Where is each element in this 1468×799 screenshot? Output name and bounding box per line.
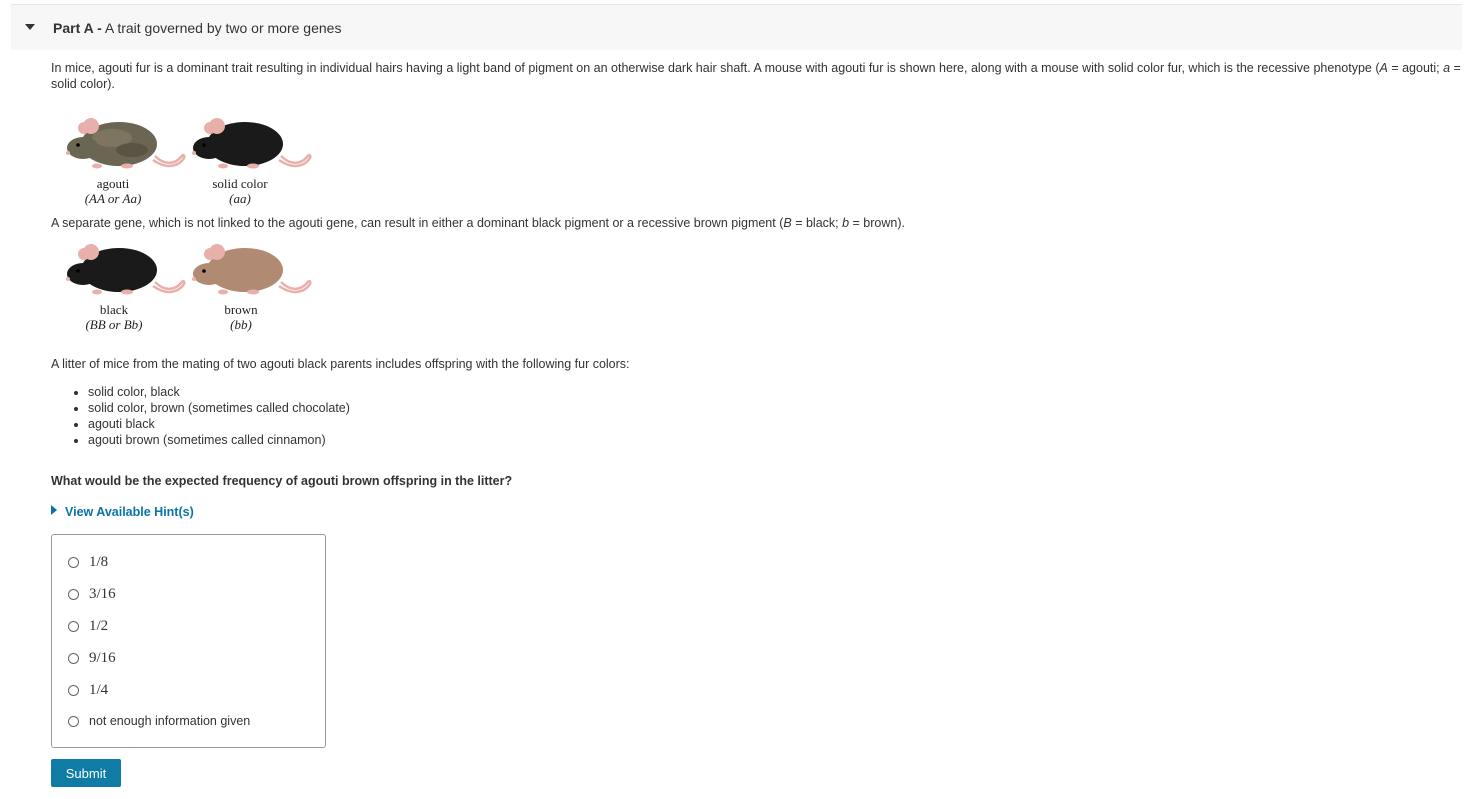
mouse-nose xyxy=(192,151,196,155)
hint-label: View Available Hint(s) xyxy=(65,505,194,519)
mouse-foot xyxy=(121,289,133,295)
choice-option[interactable]: 1/2 xyxy=(68,616,108,636)
brown-mouse-image xyxy=(192,244,312,295)
gene2-text: A separate gene, which is not linked to … xyxy=(51,216,784,230)
intro-text-eq1: = agouti; xyxy=(1387,61,1444,75)
choice-option[interactable]: 1/4 xyxy=(68,680,108,700)
mouse-head xyxy=(193,137,225,159)
mouse-ear xyxy=(204,248,216,260)
litter-paragraph: A litter of mice from the mating of two … xyxy=(51,357,630,371)
choice-option[interactable]: 9/16 xyxy=(68,648,116,668)
mouse-eye xyxy=(202,269,206,273)
genotype: (AA or Aa) xyxy=(84,191,142,206)
caret-right-icon xyxy=(51,505,57,515)
phenotype-name: agouti xyxy=(96,176,130,191)
choice-label: not enough information given xyxy=(89,714,251,728)
genotype: (aa) xyxy=(229,191,251,206)
part-title: Part A - A trait governed by two or more… xyxy=(53,20,341,36)
collapse-caret-icon[interactable] xyxy=(25,24,35,30)
choice-label: 3/16 xyxy=(89,585,116,602)
allele-b: b xyxy=(842,216,850,230)
mouse-foot xyxy=(121,163,133,169)
solid-color-label: solid color (aa) xyxy=(175,176,305,206)
radio-button[interactable] xyxy=(68,715,79,727)
black-label: black (BB or Bb) xyxy=(49,302,179,332)
part-title-text: A trait governed by two or more genes xyxy=(104,20,342,36)
radio-button[interactable] xyxy=(68,556,79,568)
mouse-tail xyxy=(152,153,186,168)
part-header[interactable]: Part A - A trait governed by two or more… xyxy=(11,4,1462,50)
intro-paragraph: In mice, agouti fur is a dominant trait … xyxy=(51,60,1461,92)
mouse-foot xyxy=(218,289,228,295)
mouse-tail xyxy=(278,279,312,294)
mouse-head xyxy=(193,263,225,285)
allele-B: B xyxy=(783,216,792,230)
mouse-foot xyxy=(218,163,228,169)
allele-a: a xyxy=(1443,61,1451,75)
allele-A: A xyxy=(1379,61,1388,75)
phenotype-name: black xyxy=(99,302,129,317)
mouse-foot xyxy=(92,289,102,295)
brown-label: brown (bb) xyxy=(176,302,306,332)
list-item: agouti brown (sometimes called cinnamon) xyxy=(88,432,350,448)
choice-option[interactable]: 1/8 xyxy=(68,552,108,572)
choice-option[interactable]: 3/16 xyxy=(68,584,116,604)
mouse-nose xyxy=(66,151,70,155)
gene2-paragraph: A separate gene, which is not linked to … xyxy=(51,215,905,231)
mouse-eye xyxy=(202,143,206,147)
mouse-tail xyxy=(152,279,186,294)
mouse-nose xyxy=(192,277,196,281)
radio-button[interactable] xyxy=(68,684,79,696)
mouse-head xyxy=(67,137,99,159)
question-text: What would be the expected frequency of … xyxy=(51,474,513,488)
mouse-ear xyxy=(78,122,90,134)
mouse-foot xyxy=(247,163,259,169)
gene2-text-eq2: = brown). xyxy=(849,216,905,230)
choice-label: 1/8 xyxy=(89,553,109,570)
genotype: (BB or Bb) xyxy=(85,317,143,332)
radio-button[interactable] xyxy=(68,620,79,632)
mouse-eye xyxy=(76,269,80,273)
radio-button[interactable] xyxy=(68,652,79,664)
view-hints-toggle[interactable]: View Available Hint(s) xyxy=(51,504,194,519)
list-item: agouti black xyxy=(88,416,350,432)
list-item: solid color, brown (sometimes called cho… xyxy=(88,400,350,416)
black-mouse-image xyxy=(66,244,186,295)
list-item: solid color, black xyxy=(88,384,350,400)
agouti-mouse-image xyxy=(66,118,186,169)
mouse-tail xyxy=(278,153,312,168)
mouse-foot xyxy=(92,163,102,169)
mouse-foot xyxy=(247,289,259,295)
solid-color-mouse-image xyxy=(192,118,312,169)
choice-label: 9/16 xyxy=(89,649,116,666)
phenotype-name: brown xyxy=(224,302,258,317)
agouti-label: agouti (AA or Aa) xyxy=(48,176,178,206)
choice-label: 1/4 xyxy=(89,681,109,698)
mouse-ear xyxy=(204,122,216,134)
mouse-eye xyxy=(76,143,80,147)
answer-choices: 1/8 3/16 1/2 9/16 1/4 not enough informa… xyxy=(51,534,326,748)
phenotype-name: solid color xyxy=(212,176,268,191)
offspring-list: solid color, black solid color, brown (s… xyxy=(70,384,350,448)
genotype: (bb) xyxy=(230,317,252,332)
agouti-fur-shade xyxy=(116,143,148,157)
part-label: Part A - xyxy=(53,20,102,36)
gene2-text-eq1: = black; xyxy=(791,216,843,230)
mouse-head xyxy=(67,263,99,285)
choice-option[interactable]: not enough information given xyxy=(68,711,250,731)
mouse-ear xyxy=(78,248,90,260)
submit-button[interactable]: Submit xyxy=(51,759,121,787)
mouse-nose xyxy=(66,277,70,281)
radio-button[interactable] xyxy=(68,588,79,600)
intro-text: In mice, agouti fur is a dominant trait … xyxy=(51,61,1380,75)
choice-label: 1/2 xyxy=(89,617,109,634)
